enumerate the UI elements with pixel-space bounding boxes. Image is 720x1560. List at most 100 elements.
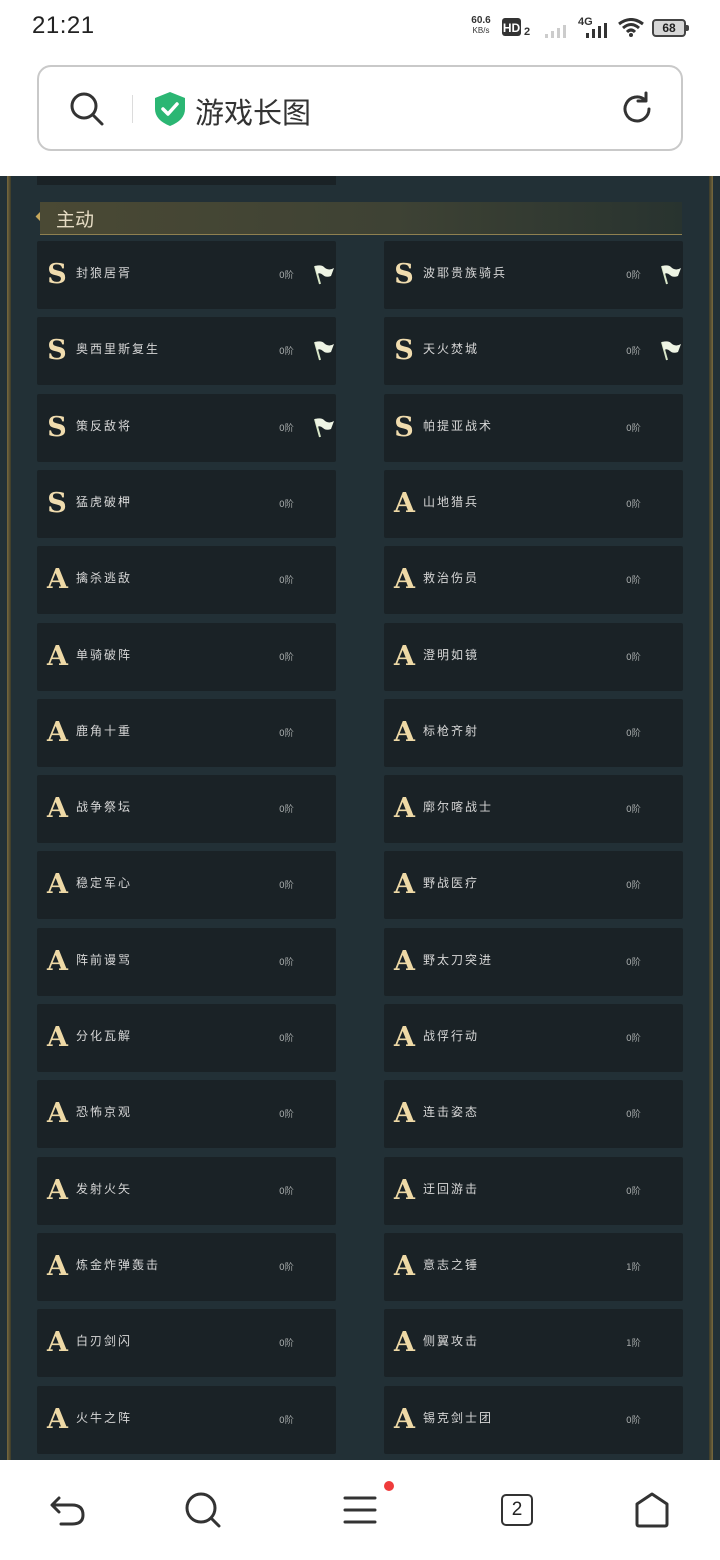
skill-card[interactable]: A 迂回游击 0阶 bbox=[384, 1157, 683, 1225]
skill-name: 战争祭坛 bbox=[76, 800, 133, 814]
skill-level: 0阶 bbox=[279, 1416, 294, 1426]
skill-level: 0阶 bbox=[279, 500, 294, 510]
skill-level: 0阶 bbox=[279, 881, 294, 891]
skill-name: 炼金炸弹轰击 bbox=[76, 1258, 161, 1272]
skill-grade: A bbox=[47, 717, 68, 748]
skill-grade: S bbox=[47, 259, 67, 290]
skill-card[interactable]: A 廓尔喀战士 0阶 bbox=[384, 775, 683, 843]
skill-grade: A bbox=[394, 869, 415, 900]
tabs-button[interactable]: 2 bbox=[497, 1490, 537, 1530]
bottom-nav: 2 bbox=[0, 1460, 720, 1560]
skill-name: 天火焚城 bbox=[423, 342, 480, 356]
signal-4g-icon: 4G bbox=[578, 15, 610, 43]
skill-card[interactable]: A 炼金炸弹轰击 0阶 bbox=[37, 1233, 336, 1301]
skill-card[interactable]: S 帕提亚战术 0阶 bbox=[384, 394, 683, 462]
skill-card[interactable]: A 火牛之阵 0阶 bbox=[37, 1386, 336, 1454]
skill-level: 0阶 bbox=[279, 653, 294, 663]
skill-card[interactable]: A 恐怖京观 0阶 bbox=[37, 1080, 336, 1148]
status-bar: 21:21 60.6 KB/s HD 2 4G 68 bbox=[0, 0, 720, 56]
skill-grade: S bbox=[394, 412, 414, 443]
skill-card[interactable]: A 鹿角十重 0阶 bbox=[37, 699, 336, 767]
skill-card[interactable]: A 稳定军心 0阶 bbox=[37, 851, 336, 919]
skill-card[interactable]: A 野战医疗 0阶 bbox=[384, 851, 683, 919]
skill-card[interactable]: A 救治伤员 0阶 bbox=[384, 546, 683, 614]
skill-name: 野太刀突进 bbox=[423, 953, 494, 967]
skill-level: 0阶 bbox=[626, 805, 641, 815]
skill-level: 1阶 bbox=[626, 1339, 641, 1349]
skill-card[interactable]: A 分化瓦解 0阶 bbox=[37, 1004, 336, 1072]
refresh-icon[interactable] bbox=[619, 91, 655, 131]
skill-name: 山地猎兵 bbox=[423, 495, 480, 509]
skill-grade: A bbox=[47, 1098, 68, 1129]
search-nav-icon[interactable] bbox=[183, 1490, 223, 1530]
skill-name: 策反敌将 bbox=[76, 419, 133, 433]
skill-grade: A bbox=[47, 641, 68, 672]
search-icon bbox=[69, 91, 105, 131]
skill-card[interactable]: A 澄明如镜 0阶 bbox=[384, 623, 683, 691]
skill-level: 0阶 bbox=[626, 576, 641, 586]
skill-card[interactable]: A 擒杀逃敌 0阶 bbox=[37, 546, 336, 614]
skill-card[interactable]: A 战争祭坛 0阶 bbox=[37, 775, 336, 843]
skill-card[interactable]: S 波耶贵族骑兵 0阶 bbox=[384, 241, 683, 309]
skill-grade: A bbox=[47, 1404, 68, 1435]
skill-name: 帕提亚战术 bbox=[423, 419, 494, 433]
skill-card[interactable]: A 阵前谩骂 0阶 bbox=[37, 928, 336, 996]
skill-grade: S bbox=[394, 335, 414, 366]
skill-card[interactable]: S 封狼居胥 0阶 bbox=[37, 241, 336, 309]
skill-grade: A bbox=[47, 1175, 68, 1206]
skill-name: 战俘行动 bbox=[423, 1029, 480, 1043]
home-icon[interactable] bbox=[632, 1490, 672, 1530]
skill-card[interactable]: A 单骑破阵 0阶 bbox=[37, 623, 336, 691]
address-bar[interactable]: 游戏长图 bbox=[37, 65, 683, 151]
skill-name: 标枪齐射 bbox=[423, 724, 480, 738]
hd-voice-icon: HD 2 bbox=[502, 18, 532, 42]
skill-name: 侧翼攻击 bbox=[423, 1334, 480, 1348]
skill-card[interactable]: S 天火焚城 0阶 bbox=[384, 317, 683, 385]
skill-name: 猛虎破柙 bbox=[76, 495, 133, 509]
skill-card[interactable]: A 发射火矢 0阶 bbox=[37, 1157, 336, 1225]
section-header: 主动 bbox=[40, 202, 682, 235]
flag-icon bbox=[658, 339, 682, 365]
back-icon[interactable] bbox=[47, 1490, 87, 1530]
skill-level: 0阶 bbox=[279, 729, 294, 739]
skill-name: 擒杀逃敌 bbox=[76, 571, 133, 585]
skill-card[interactable]: A 白刃剑闪 0阶 bbox=[37, 1309, 336, 1377]
skill-grade: A bbox=[394, 717, 415, 748]
skill-card[interactable]: A 侧翼攻击 1阶 bbox=[384, 1309, 683, 1377]
skill-name: 鹿角十重 bbox=[76, 724, 133, 738]
wifi-icon bbox=[618, 18, 644, 42]
skill-grade: A bbox=[47, 946, 68, 977]
skill-name: 恐怖京观 bbox=[76, 1105, 133, 1119]
network-type: 4G bbox=[578, 16, 593, 28]
skill-name: 野战医疗 bbox=[423, 876, 480, 890]
skill-level: 0阶 bbox=[279, 1339, 294, 1349]
skill-grade: A bbox=[394, 946, 415, 977]
menu-icon[interactable] bbox=[340, 1490, 380, 1530]
skill-grade: A bbox=[394, 1175, 415, 1206]
skill-grade: A bbox=[47, 793, 68, 824]
skill-card[interactable]: A 山地猎兵 0阶 bbox=[384, 470, 683, 538]
skill-grade: A bbox=[47, 1022, 68, 1053]
skill-card[interactable]: A 锡克剑士团 0阶 bbox=[384, 1386, 683, 1454]
skill-card[interactable]: S 奥西里斯复生 0阶 bbox=[37, 317, 336, 385]
skill-level: 0阶 bbox=[626, 1034, 641, 1044]
skill-level: 0阶 bbox=[279, 958, 294, 968]
skill-card[interactable]: A 标枪齐射 0阶 bbox=[384, 699, 683, 767]
skill-grade: A bbox=[47, 869, 68, 900]
skill-name: 封狼居胥 bbox=[76, 266, 133, 280]
skill-card[interactable]: A 意志之锤 1阶 bbox=[384, 1233, 683, 1301]
skill-level: 0阶 bbox=[626, 1110, 641, 1120]
skill-name: 迂回游击 bbox=[423, 1182, 480, 1196]
skill-card[interactable]: A 连击姿态 0阶 bbox=[384, 1080, 683, 1148]
section-title: 主动 bbox=[56, 209, 95, 231]
skill-level: 0阶 bbox=[279, 805, 294, 815]
skill-card[interactable]: A 战俘行动 0阶 bbox=[384, 1004, 683, 1072]
skill-card[interactable]: A 野太刀突进 0阶 bbox=[384, 928, 683, 996]
skill-name: 澄明如镜 bbox=[423, 648, 480, 662]
skill-level: 0阶 bbox=[626, 881, 641, 891]
skill-level: 0阶 bbox=[626, 1187, 641, 1197]
skill-level: 0阶 bbox=[279, 347, 294, 357]
skill-level: 0阶 bbox=[626, 271, 641, 281]
skill-card[interactable]: S 猛虎破柙 0阶 bbox=[37, 470, 336, 538]
skill-card[interactable]: S 策反敌将 0阶 bbox=[37, 394, 336, 462]
